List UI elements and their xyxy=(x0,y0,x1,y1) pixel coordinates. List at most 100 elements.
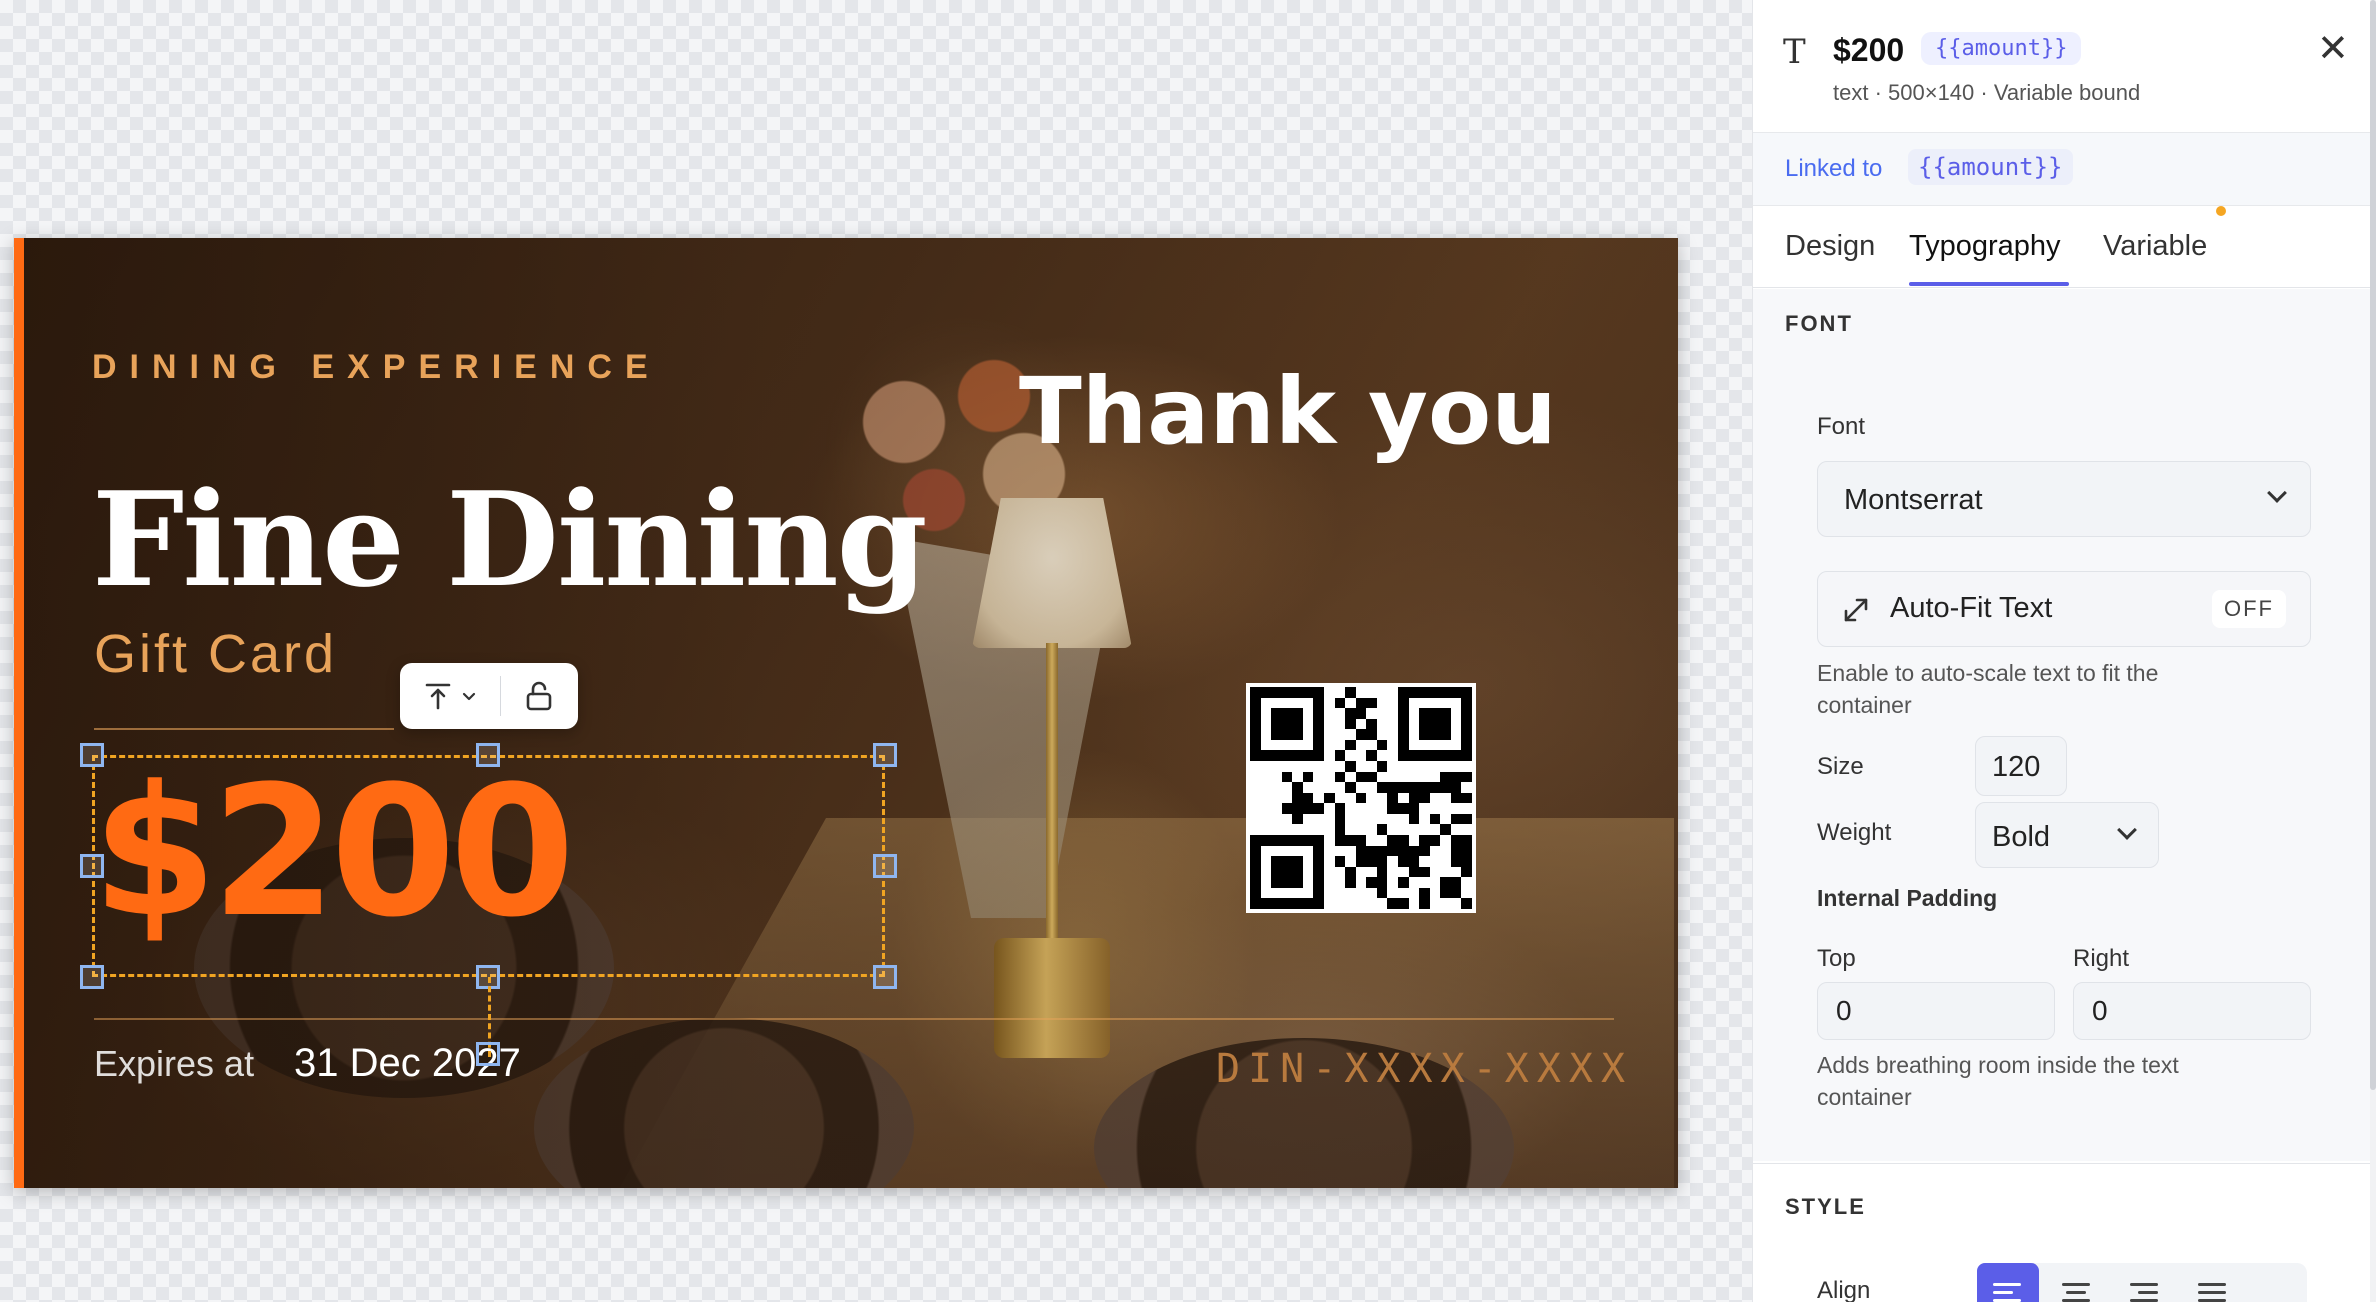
align-left-button[interactable] xyxy=(1977,1263,2039,1302)
resize-handle-top-right[interactable] xyxy=(873,743,897,767)
tab-variable[interactable]: Variable xyxy=(2103,230,2207,263)
align-center-button[interactable] xyxy=(2045,1263,2107,1302)
qr-module xyxy=(1292,813,1303,825)
qr-module xyxy=(1419,761,1430,772)
qr-module xyxy=(1387,888,1398,899)
qr-module xyxy=(1440,877,1451,888)
close-icon[interactable]: ✕ xyxy=(2317,30,2349,68)
tab-typography[interactable]: Typography xyxy=(1909,230,2061,263)
qr-code[interactable] xyxy=(1246,683,1476,913)
amount-text[interactable]: $200 xyxy=(92,748,575,957)
qr-module xyxy=(1313,866,1324,878)
panel-scrollbar-thumb[interactable] xyxy=(2370,0,2376,1090)
top-padding-input[interactable]: 0 xyxy=(1817,982,2055,1040)
qr-module xyxy=(1397,877,1409,888)
qr-module xyxy=(1461,739,1472,751)
qr-module xyxy=(1261,772,1272,783)
qr-module xyxy=(1324,898,1335,909)
expires-label-text[interactable]: Expires at xyxy=(94,1043,254,1085)
right-padding-input[interactable]: 0 xyxy=(2073,982,2311,1040)
linked-variable-chip[interactable]: {{amount}} xyxy=(1908,149,2073,185)
resize-handle-bottom-right[interactable] xyxy=(873,965,897,989)
qr-module xyxy=(1387,898,1398,909)
qr-module xyxy=(1461,718,1472,730)
qr-module xyxy=(1419,866,1430,878)
qr-module xyxy=(1345,729,1356,740)
card-code-text[interactable]: DIN-XXXX-XXXX xyxy=(1216,1046,1633,1092)
qr-module xyxy=(1366,750,1377,761)
qr-module xyxy=(1292,698,1303,709)
qr-module xyxy=(1387,729,1398,740)
rotate-handle[interactable] xyxy=(476,1042,500,1066)
thank-you-text[interactable]: Thank you xyxy=(1019,358,1557,465)
qr-module xyxy=(1324,867,1335,878)
qr-module xyxy=(1345,698,1356,709)
qr-module xyxy=(1409,698,1420,709)
design-canvas[interactable]: DINING EXPERIENCE Fine Dining Gift Card … xyxy=(0,0,1752,1302)
card-title-text[interactable]: Fine Dining xyxy=(92,463,928,616)
qr-module xyxy=(1261,740,1272,751)
panel-scrollbar[interactable] xyxy=(2370,0,2376,1302)
qr-module xyxy=(1430,803,1441,814)
gift-card-artboard[interactable]: DINING EXPERIENCE Fine Dining Gift Card … xyxy=(14,238,1678,1188)
qr-module xyxy=(1323,792,1335,804)
qr-module xyxy=(1450,845,1462,857)
qr-module xyxy=(1376,845,1388,857)
qr-module xyxy=(1409,877,1420,888)
resize-handle-top[interactable] xyxy=(476,743,500,767)
qr-module xyxy=(1355,856,1367,867)
weight-select[interactable]: Bold xyxy=(1975,802,2159,868)
qr-module xyxy=(1429,718,1441,730)
qr-module xyxy=(1440,846,1451,857)
resize-handle-bottom-left[interactable] xyxy=(80,965,104,989)
qr-module xyxy=(1261,698,1272,709)
qr-module xyxy=(1260,834,1272,846)
qr-module xyxy=(1292,877,1303,888)
qr-module xyxy=(1440,740,1451,751)
qr-module xyxy=(1408,845,1420,857)
qr-module xyxy=(1397,729,1409,740)
qr-module xyxy=(1292,834,1303,846)
qr-module xyxy=(1440,824,1451,835)
lock-toggle-button[interactable] xyxy=(501,663,577,729)
align-justify-button[interactable] xyxy=(2181,1263,2243,1302)
qr-module xyxy=(1292,761,1303,772)
qr-module xyxy=(1271,856,1282,867)
qr-module xyxy=(1261,888,1272,899)
qr-module xyxy=(1250,761,1261,772)
qr-module xyxy=(1292,729,1303,740)
qr-module xyxy=(1419,729,1430,740)
qr-module xyxy=(1408,687,1420,698)
font-select[interactable]: Montserrat xyxy=(1817,461,2311,537)
qr-module xyxy=(1387,814,1398,825)
qr-module xyxy=(1271,824,1282,835)
qr-module xyxy=(1335,867,1346,878)
qr-module xyxy=(1429,708,1441,719)
qr-module xyxy=(1397,687,1409,698)
align-label: Align xyxy=(1817,1277,1871,1302)
tab-design[interactable]: Design xyxy=(1785,230,1875,263)
qr-module xyxy=(1250,772,1261,783)
qr-module xyxy=(1419,824,1430,835)
size-input[interactable]: 120 xyxy=(1975,736,2067,796)
resize-handle-top-left[interactable] xyxy=(80,743,104,767)
resize-handle-left[interactable] xyxy=(80,854,104,878)
qr-module xyxy=(1335,888,1346,899)
qr-module xyxy=(1271,750,1282,761)
qr-module xyxy=(1313,739,1324,751)
qr-module xyxy=(1335,782,1346,793)
resize-handle-right[interactable] xyxy=(873,854,897,878)
vertical-align-dropdown[interactable] xyxy=(400,663,500,729)
qr-module xyxy=(1366,824,1377,835)
qr-module xyxy=(1376,739,1388,751)
align-right-button[interactable] xyxy=(2113,1263,2175,1302)
qr-module xyxy=(1377,708,1388,719)
qr-module xyxy=(1461,792,1472,804)
qr-module xyxy=(1324,772,1335,783)
qr-module xyxy=(1440,835,1451,846)
card-eyebrow-text[interactable]: DINING EXPERIENCE xyxy=(92,348,661,387)
card-subtitle-text[interactable]: Gift Card xyxy=(94,623,337,685)
qr-module xyxy=(1419,750,1430,761)
qr-module xyxy=(1282,846,1293,857)
auto-fit-toggle[interactable]: Auto-Fit Text OFF xyxy=(1817,571,2311,647)
